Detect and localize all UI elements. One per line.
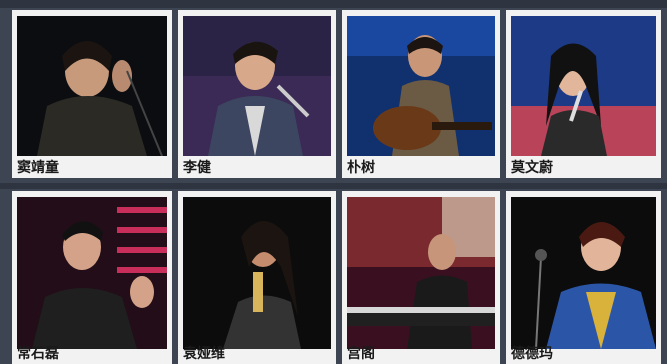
artist-photo[interactable]	[347, 197, 495, 349]
artist-photo[interactable]	[17, 197, 167, 349]
artist-photo[interactable]	[17, 16, 167, 156]
artist-photo[interactable]	[511, 197, 656, 349]
gallery-row-1: 窦靖童 李健 朴树 莫文蔚	[0, 0, 667, 183]
artist-name[interactable]: 李健	[183, 160, 211, 176]
artist-photo[interactable]	[511, 16, 656, 156]
artist-name[interactable]: 常石磊	[17, 346, 59, 362]
artist-photo[interactable]	[183, 197, 331, 349]
artist-name[interactable]: 莫文蔚	[511, 160, 553, 176]
artist-gallery: 窦靖童 李健 朴树 莫文蔚 常石磊 袁娅维 宫阁 德德玛	[0, 0, 667, 364]
artist-card[interactable]: 宫阁	[342, 191, 500, 364]
artist-name[interactable]: 窦靖童	[17, 160, 59, 176]
artist-card[interactable]: 袁娅维	[178, 191, 336, 364]
artist-card[interactable]: 李健	[178, 10, 336, 178]
artist-card[interactable]: 德德玛	[506, 191, 661, 364]
artist-name[interactable]: 袁娅维	[183, 346, 225, 362]
artist-card[interactable]: 窦靖童	[12, 10, 172, 178]
artist-name[interactable]: 宫阁	[347, 346, 375, 362]
artist-card[interactable]: 常石磊	[12, 191, 172, 364]
gallery-row-2: 常石磊 袁娅维 宫阁 德德玛	[0, 183, 667, 364]
artist-photo[interactable]	[183, 16, 331, 156]
artist-name[interactable]: 朴树	[347, 160, 375, 176]
artist-photo[interactable]	[347, 16, 495, 156]
artist-name[interactable]: 德德玛	[511, 346, 553, 362]
artist-card[interactable]: 莫文蔚	[506, 10, 661, 178]
artist-card[interactable]: 朴树	[342, 10, 500, 178]
